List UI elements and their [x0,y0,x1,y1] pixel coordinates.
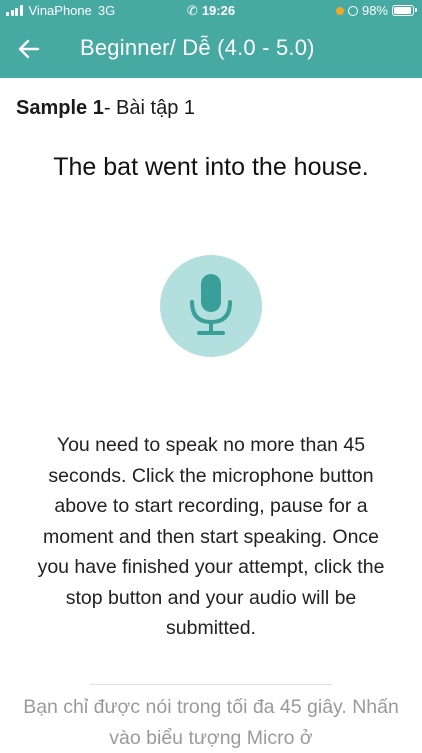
status-time: 19:26 [201,3,236,18]
back-button[interactable] [14,34,44,64]
app-header: VinaPhone 3G ✆ 19:26 98% Beginner/ Dễ (4.… [0,0,422,78]
battery-icon [392,5,417,16]
rotation-lock-icon [347,5,358,16]
microphone-icon [190,274,232,335]
sample-label: Sample 1 [16,97,104,119]
instructions-english: You need to speak no more than 45 second… [37,434,385,639]
arrow-left-icon [18,39,40,59]
instructions-vietnamese: Bạn chỉ được nói trong tối đa 45 giây. N… [23,696,399,749]
status-right: 98% [335,3,417,18]
divider [90,684,332,685]
phone-icon: ✆ [186,3,198,18]
record-button[interactable] [160,255,262,357]
status-bar: VinaPhone 3G ✆ 19:26 98% [0,0,422,22]
sample-heading: Sample 1- Bài tập 1 [16,97,195,120]
sample-subtitle: - Bài tập 1 [103,97,195,119]
page-title: Beginner/ Dễ (4.0 - 5.0) [80,35,315,60]
battery-percent: 98% [361,3,388,18]
mic-in-use-dot-icon [335,6,344,15]
practice-sentence: The bat went into the house. [53,153,369,181]
